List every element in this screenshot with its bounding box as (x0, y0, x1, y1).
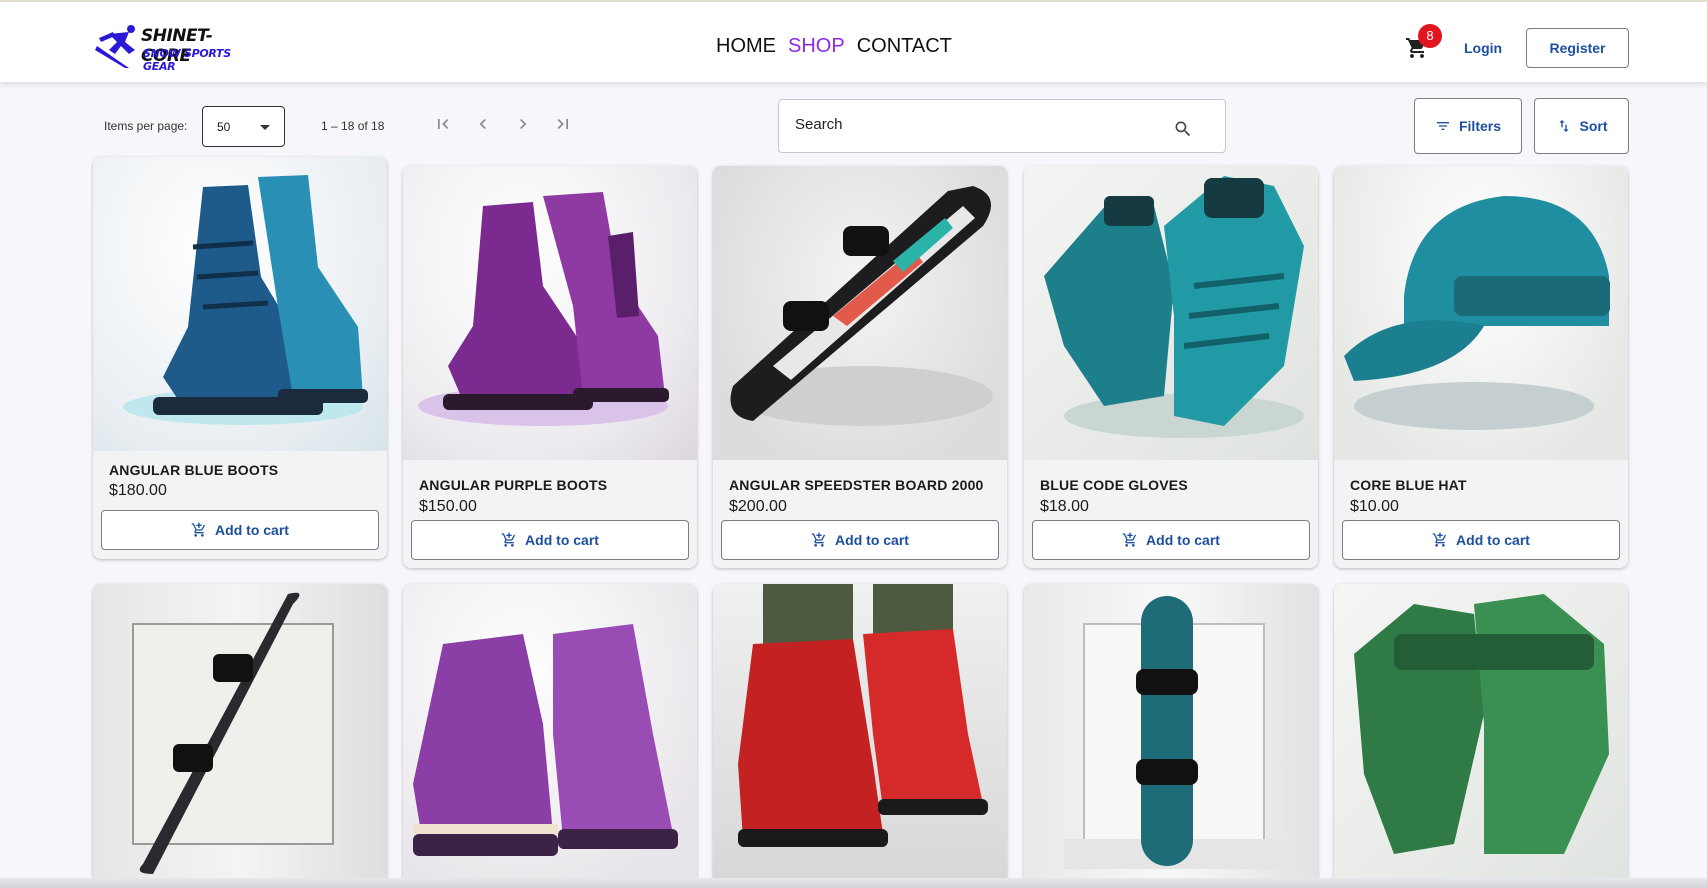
filter-icon (1436, 122, 1449, 130)
product-name[interactable]: ANGULAR PURPLE BOOTS (419, 477, 607, 493)
add-to-cart-label: Add to cart (835, 532, 909, 548)
product-image[interactable] (713, 166, 1007, 460)
search-field[interactable] (778, 99, 1226, 153)
hat-image (1344, 196, 1610, 430)
previous-page-icon[interactable] (473, 114, 493, 134)
product-card[interactable]: BLUE CODE GLOVES $18.00 Add to cart (1024, 166, 1318, 568)
product-image[interactable] (713, 584, 1007, 878)
add-to-cart-button[interactable]: Add to cart (101, 510, 379, 550)
product-card[interactable] (713, 584, 1007, 884)
pagination-range: 1 – 18 of 18 (321, 119, 385, 133)
add-cart-icon (1432, 532, 1447, 547)
product-image[interactable] (403, 166, 697, 460)
first-page-icon[interactable] (433, 114, 453, 134)
product-card[interactable] (1024, 584, 1318, 884)
login-link[interactable]: Login (1464, 40, 1502, 56)
product-image[interactable] (93, 584, 387, 878)
product-image[interactable] (1334, 584, 1628, 878)
boots-image (738, 584, 988, 847)
product-card[interactable] (93, 584, 387, 884)
add-cart-icon (191, 522, 206, 537)
product-card[interactable]: ANGULAR PURPLE BOOTS $150.00 Add to cart (403, 166, 697, 568)
add-cart-icon (811, 532, 826, 547)
sort-arrows-icon (1558, 120, 1569, 132)
boots-image (123, 175, 368, 425)
product-card[interactable] (403, 584, 697, 884)
boots-image (413, 624, 678, 856)
nav-contact[interactable]: CONTACT (857, 35, 952, 58)
add-to-cart-button[interactable]: Add to cart (721, 520, 999, 560)
brand-tagline: SNOW SPORTS GEAR (143, 47, 231, 73)
sort-button[interactable]: Sort (1534, 98, 1629, 154)
product-name[interactable]: ANGULAR SPEEDSTER BOARD 2000 (729, 477, 984, 493)
gloves-image (1354, 594, 1609, 854)
filters-button[interactable]: Filters (1414, 98, 1522, 154)
search-icon[interactable] (1173, 119, 1193, 139)
nav-home[interactable]: HOME (716, 35, 776, 58)
chevron-down-icon (260, 125, 270, 130)
product-name[interactable]: BLUE CODE GLOVES (1040, 477, 1188, 493)
last-page-icon[interactable] (553, 114, 573, 134)
product-image[interactable] (403, 584, 697, 878)
add-cart-icon (501, 532, 516, 547)
add-cart-icon (1122, 532, 1137, 547)
snowboarder-icon (95, 25, 135, 68)
sort-label: Sort (1579, 118, 1608, 134)
add-to-cart-label: Add to cart (215, 522, 289, 538)
search-input[interactable] (795, 116, 1155, 133)
product-image[interactable] (1334, 166, 1628, 460)
product-image[interactable] (1024, 584, 1318, 878)
register-button[interactable]: Register (1526, 28, 1629, 68)
brand-logo[interactable]: SHINET-CORE SNOW SPORTS GEAR (95, 24, 255, 73)
product-name[interactable]: CORE BLUE HAT (1350, 477, 1467, 493)
site-header: SHINET-CORE SNOW SPORTS GEAR HOME SHOP C… (0, 2, 1707, 82)
add-to-cart-button[interactable]: Add to cart (1032, 520, 1310, 560)
scroll-edge-shadow (0, 878, 1707, 888)
cart-count-badge: 8 (1418, 24, 1442, 48)
boots-image (418, 192, 669, 426)
product-card[interactable]: ANGULAR BLUE BOOTS $180.00 Add to cart (93, 157, 387, 559)
next-page-icon[interactable] (513, 114, 533, 134)
add-to-cart-button[interactable]: Add to cart (411, 520, 689, 560)
product-image[interactable] (93, 157, 387, 451)
snowboard-image (730, 186, 993, 426)
add-to-cart-label: Add to cart (525, 532, 599, 548)
snowboard-image (132, 592, 334, 874)
product-price: $180.00 (109, 482, 167, 499)
items-per-page-value: 50 (217, 120, 231, 134)
product-image[interactable] (1024, 166, 1318, 460)
add-to-cart-label: Add to cart (1146, 532, 1220, 548)
product-price: $150.00 (419, 498, 477, 515)
items-per-page-label: Items per page: (104, 119, 188, 133)
product-price: $18.00 (1040, 498, 1089, 515)
gloves-image (1044, 176, 1304, 438)
filters-label: Filters (1458, 118, 1501, 134)
product-card[interactable]: ANGULAR SPEEDSTER BOARD 2000 $200.00 Add… (713, 166, 1007, 568)
product-card[interactable] (1334, 584, 1628, 884)
product-price: $10.00 (1350, 498, 1399, 515)
product-price: $200.00 (729, 498, 787, 515)
product-card[interactable]: CORE BLUE HAT $10.00 Add to cart (1334, 166, 1628, 568)
nav-shop[interactable]: SHOP (788, 35, 845, 58)
add-to-cart-button[interactable]: Add to cart (1342, 520, 1620, 560)
main-nav: HOME SHOP CONTACT (716, 35, 952, 58)
add-to-cart-label: Add to cart (1456, 532, 1530, 548)
product-name[interactable]: ANGULAR BLUE BOOTS (109, 462, 278, 478)
snowboard-image (1064, 596, 1284, 869)
items-per-page-select[interactable]: 50 (202, 106, 285, 147)
